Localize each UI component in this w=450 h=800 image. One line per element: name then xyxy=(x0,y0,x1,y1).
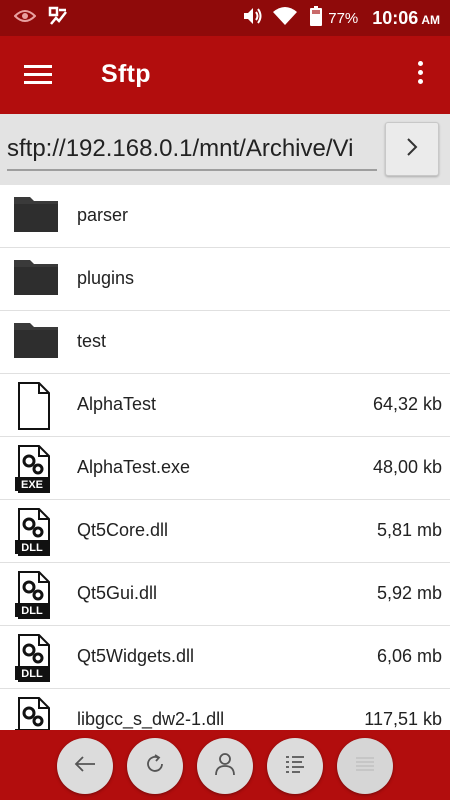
file-size: 5,81 mb xyxy=(376,520,442,540)
list-view-button[interactable] xyxy=(267,738,323,794)
refresh-button[interactable] xyxy=(127,738,183,794)
folder-row[interactable]: test xyxy=(0,311,450,374)
folder-row[interactable]: parser xyxy=(0,185,450,248)
list-view-disabled-icon xyxy=(354,754,376,779)
account-button[interactable] xyxy=(197,738,253,794)
file-row[interactable]: DLL Qt5Core.dll 5,81 mb xyxy=(0,500,450,563)
path-bar: sftp://192.168.0.1/mnt/Archive/Vi xyxy=(0,114,450,185)
back-arrow-icon xyxy=(73,754,97,779)
file-size: 64,32 kb xyxy=(372,394,442,414)
folder-icon xyxy=(13,193,59,239)
file-name: parser xyxy=(77,205,129,225)
user-icon xyxy=(214,752,236,781)
file-name: Qt5Widgets.dll xyxy=(77,646,195,666)
list-view-disabled-button xyxy=(337,738,393,794)
clock-time: 10:06 xyxy=(372,7,419,28)
app-check-icon xyxy=(48,6,68,31)
battery-percent: 77% xyxy=(328,9,359,27)
file-row[interactable]: AlphaTest 64,32 kb xyxy=(0,374,450,437)
file-size: 5,92 mb xyxy=(376,583,442,603)
file-row[interactable]: EXE AlphaTest.exe 48,00 kb xyxy=(0,437,450,500)
list-view-icon xyxy=(284,754,306,779)
file-icon xyxy=(13,382,59,430)
file-row[interactable]: DLL Qt5Gui.dll 5,92 mb xyxy=(0,563,450,626)
file-name: Qt5Core.dll xyxy=(77,520,169,540)
menu-icon[interactable] xyxy=(22,61,54,89)
bottom-toolbar xyxy=(0,730,450,800)
svg-text:DLL: DLL xyxy=(21,668,43,680)
go-button[interactable] xyxy=(385,122,439,176)
svg-text:DLL: DLL xyxy=(21,605,43,617)
status-bar: 77% 10:06 AM xyxy=(0,0,450,36)
file-name: test xyxy=(77,331,107,351)
exe-file-icon: EXE xyxy=(13,445,59,493)
file-name: libgcc_s_dw2-1.dll xyxy=(77,709,225,729)
chevron-right-icon xyxy=(405,136,419,163)
refresh-icon xyxy=(143,752,167,781)
wifi-icon xyxy=(272,6,298,31)
file-list: parser plugins test AlphaTest 64,32 kb EXE Alp… xyxy=(0,185,450,730)
svg-text:DLL: DLL xyxy=(21,542,43,554)
folder-icon xyxy=(13,256,59,302)
file-name: AlphaTest xyxy=(77,394,157,414)
file-name: plugins xyxy=(77,268,135,288)
eye-icon xyxy=(13,9,37,28)
clock-ampm: AM xyxy=(421,13,440,27)
file-row[interactable]: DLL libgcc_s_dw2-1.dll 117,51 kb xyxy=(0,689,450,730)
file-row[interactable]: DLL Qt5Widgets.dll 6,06 mb xyxy=(0,626,450,689)
file-size: 6,06 mb xyxy=(376,646,442,666)
file-name: Qt5Gui.dll xyxy=(77,583,158,603)
file-size: 117,51 kb xyxy=(364,709,442,729)
path-input[interactable]: sftp://192.168.0.1/mnt/Archive/Vi xyxy=(7,133,377,171)
svg-text:EXE: EXE xyxy=(21,479,43,491)
folder-icon xyxy=(13,319,59,365)
file-size: 48,00 kb xyxy=(372,457,442,477)
dll-file-icon: DLL xyxy=(13,634,59,682)
folder-row[interactable]: plugins xyxy=(0,248,450,311)
dll-file-icon: DLL xyxy=(13,697,59,730)
app-bar: Sftp xyxy=(0,36,450,114)
volume-icon xyxy=(242,6,264,31)
back-button[interactable] xyxy=(57,738,113,794)
file-name: AlphaTest.exe xyxy=(77,457,191,477)
more-vert-icon[interactable] xyxy=(410,58,430,92)
dll-file-icon: DLL xyxy=(13,508,59,556)
dll-file-icon: DLL xyxy=(13,571,59,619)
page-title: Sftp xyxy=(101,60,151,88)
battery-icon xyxy=(310,5,323,31)
